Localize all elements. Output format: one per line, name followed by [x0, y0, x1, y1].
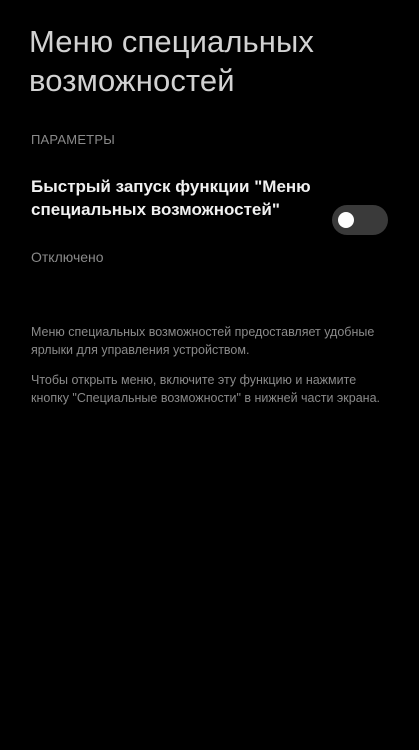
quick-launch-setting-row[interactable]: Быстрый запуск функции "Меню специальных… [0, 172, 419, 270]
toggle-thumb [338, 212, 354, 228]
quick-launch-toggle[interactable] [332, 205, 388, 235]
section-header-parameters: ПАРАМЕТРЫ [31, 132, 115, 147]
description-paragraph-1: Меню специальных возможностей предоставл… [31, 325, 375, 357]
quick-launch-setting-title: Быстрый запуск функции "Меню специальных… [31, 177, 311, 219]
quick-launch-setting-summary: Отключено [31, 249, 104, 265]
page-title: Меню специальных возможностей [29, 24, 314, 98]
description-paragraph-2: Чтобы открыть меню, включите эту функцию… [31, 373, 380, 405]
